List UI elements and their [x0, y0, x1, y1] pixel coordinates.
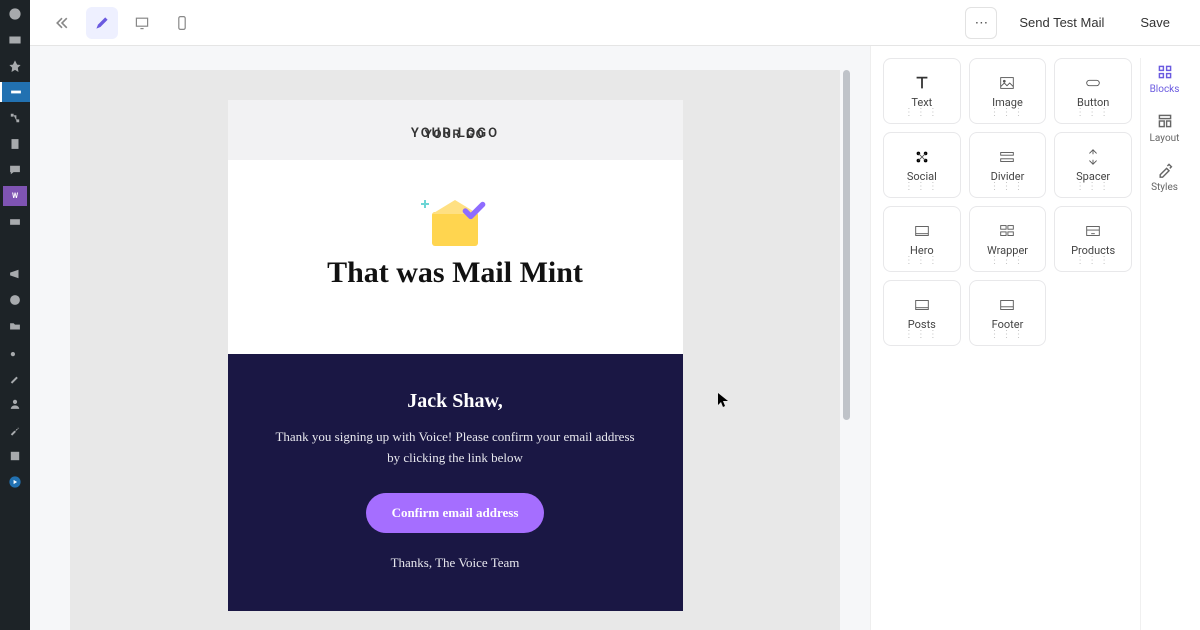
block-item-button[interactable]: Button⋮⋮⋮ [1054, 58, 1132, 124]
body-section[interactable]: Jack Shaw, Thank you signing up with Voi… [228, 354, 683, 611]
block-item-products[interactable]: Products⋮⋮⋮ [1054, 206, 1132, 272]
hero-section[interactable]: That was Mail Mint [228, 160, 683, 340]
admin-card-icon[interactable] [3, 212, 27, 232]
block-item-social[interactable]: Social⋮⋮⋮ [883, 132, 961, 198]
logo-placeholder: YOUR LOGO [411, 126, 499, 141]
hero-headline: That was Mail Mint [248, 256, 663, 290]
admin-user-icon[interactable] [3, 394, 27, 414]
button-icon [1084, 74, 1102, 92]
cta-button[interactable]: Confirm email address [366, 493, 545, 533]
drag-handle-icon: ⋮⋮⋮ [989, 107, 1025, 118]
pencil-icon [94, 15, 110, 31]
admin-woo-icon[interactable]: W [3, 186, 27, 206]
divider-icon [998, 148, 1016, 166]
styles-icon [1157, 162, 1173, 178]
email-canvas[interactable]: YOUR LOGO YOUR LGO That was Ma [70, 70, 840, 630]
block-item-text[interactable]: Text⋮⋮⋮ [883, 58, 961, 124]
check-icon [461, 198, 487, 224]
admin-page-icon[interactable] [3, 134, 27, 154]
footer-icon [998, 296, 1016, 314]
drag-handle-icon: ⋮⋮⋮ [989, 329, 1025, 340]
body-text: Thank you signing up with Voice! Please … [268, 427, 643, 469]
block-item-posts[interactable]: Posts⋮⋮⋮ [883, 280, 961, 346]
block-item-hero[interactable]: Hero⋮⋮⋮ [883, 206, 961, 272]
admin-megaphone-icon[interactable] [3, 264, 27, 284]
admin-comment-icon[interactable] [3, 160, 27, 180]
recipient-name: Jack Shaw, [268, 390, 643, 413]
admin-branch-icon[interactable] [3, 108, 27, 128]
drag-handle-icon: ⋮⋮⋮ [904, 181, 940, 192]
hero-icon [425, 196, 485, 246]
admin-brush-icon[interactable] [3, 368, 27, 388]
signoff-text: Thanks, The Voice Team [268, 555, 643, 571]
social-icon [913, 148, 931, 166]
desktop-preview-button[interactable] [126, 7, 158, 39]
hero-icon [913, 222, 931, 240]
mobile-icon [175, 15, 189, 31]
drag-handle-icon: ⋮⋮⋮ [1075, 181, 1111, 192]
admin-mail-icon[interactable] [3, 30, 27, 50]
top-toolbar: ⋯ Send Test Mail Save [30, 0, 1200, 46]
products-icon [1084, 222, 1102, 240]
tab-layout[interactable]: Layout [1150, 113, 1180, 144]
posts-icon [913, 296, 931, 314]
drag-handle-icon: ⋮⋮⋮ [989, 181, 1025, 192]
desktop-icon [134, 15, 150, 31]
spacer-icon [1084, 148, 1102, 166]
drag-handle-icon: ⋮⋮⋮ [904, 255, 940, 266]
image-icon [998, 74, 1016, 92]
right-panel: Text⋮⋮⋮Image⋮⋮⋮Button⋮⋮⋮ Social⋮⋮⋮Divider… [870, 46, 1200, 630]
block-item-spacer[interactable]: Spacer⋮⋮⋮ [1054, 132, 1132, 198]
more-options-button[interactable]: ⋯ [965, 7, 997, 39]
block-item-wrapper[interactable]: Wrapper⋮⋮⋮ [969, 206, 1047, 272]
admin-analytics-icon[interactable] [3, 238, 27, 258]
collapse-button[interactable] [46, 7, 78, 39]
admin-sidebar: W [0, 0, 30, 630]
admin-wrench-icon[interactable] [3, 420, 27, 440]
chevron-double-left-icon [54, 15, 70, 31]
logo-section[interactable]: YOUR LOGO YOUR LGO [228, 100, 683, 160]
block-item-footer[interactable]: Footer⋮⋮⋮ [969, 280, 1047, 346]
admin-dashboard-icon[interactable] [3, 4, 27, 24]
admin-elementor-icon[interactable] [3, 290, 27, 310]
tab-styles[interactable]: Styles [1151, 162, 1178, 193]
admin-settings-icon[interactable] [3, 446, 27, 466]
drag-handle-icon: ⋮⋮⋮ [989, 255, 1025, 266]
drag-handle-icon: ⋮⋮⋮ [904, 107, 940, 118]
layout-icon [1157, 113, 1173, 129]
edit-mode-button[interactable] [86, 7, 118, 39]
admin-folder-icon[interactable] [3, 316, 27, 336]
send-test-mail-button[interactable]: Send Test Mail [1005, 9, 1118, 36]
mobile-preview-button[interactable] [166, 7, 198, 39]
blocks-icon [1157, 64, 1173, 80]
canvas-area: YOUR LOGO YOUR LGO That was Ma [30, 46, 870, 630]
admin-play-icon[interactable] [3, 472, 27, 492]
tab-blocks[interactable]: Blocks [1150, 64, 1180, 95]
wrapper-icon [998, 222, 1016, 240]
text-icon [913, 74, 931, 92]
drag-handle-icon: ⋮⋮⋮ [1075, 107, 1111, 118]
drag-handle-icon: ⋮⋮⋮ [1075, 255, 1111, 266]
admin-current-icon[interactable] [0, 82, 30, 102]
block-item-divider[interactable]: Divider⋮⋮⋮ [969, 132, 1047, 198]
block-item-image[interactable]: Image⋮⋮⋮ [969, 58, 1047, 124]
admin-key-icon[interactable] [3, 342, 27, 362]
right-tabs: Blocks Layout Styles [1140, 58, 1188, 630]
drag-handle-icon: ⋮⋮⋮ [904, 329, 940, 340]
blocks-grid: Text⋮⋮⋮Image⋮⋮⋮Button⋮⋮⋮ Social⋮⋮⋮Divider… [883, 58, 1132, 630]
admin-pin-icon[interactable] [3, 56, 27, 76]
save-button[interactable]: Save [1126, 9, 1184, 36]
